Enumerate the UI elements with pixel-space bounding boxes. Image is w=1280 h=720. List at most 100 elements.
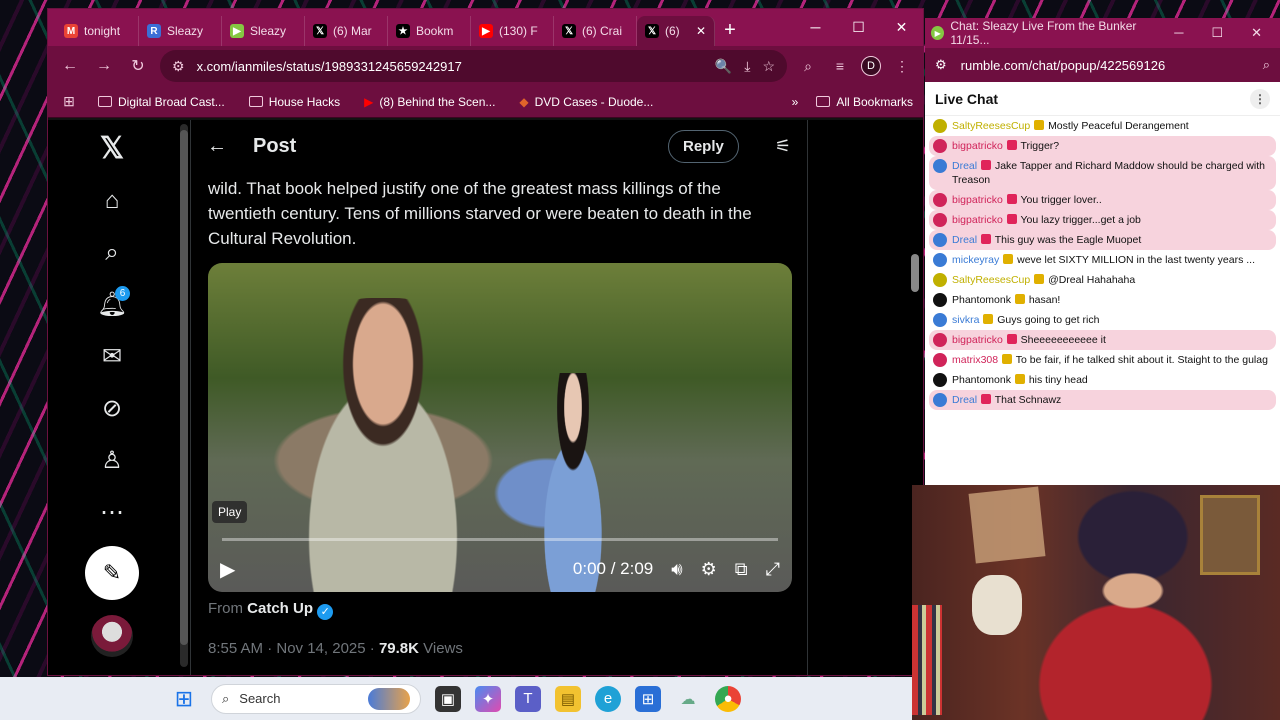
- maximize-icon[interactable]: ☐: [837, 9, 880, 45]
- chat-username[interactable]: bigpatricko: [952, 334, 1003, 346]
- site-info-icon[interactable]: ⚙: [172, 58, 185, 75]
- volume-icon[interactable]: 🔊︎: [671, 559, 682, 580]
- post-timestamp[interactable]: 8:55 AM · Nov 14, 2025 ·: [208, 640, 379, 657]
- teams-icon[interactable]: T: [515, 685, 541, 712]
- chat-avatar[interactable]: [933, 333, 947, 347]
- more-bookmarks-icon[interactable]: »: [792, 95, 799, 109]
- profile-icon[interactable]: ♙: [92, 442, 132, 479]
- chat-avatar[interactable]: [933, 293, 947, 307]
- chat-username[interactable]: Phantomonk: [952, 374, 1011, 386]
- nav-scrollbar[interactable]: [180, 124, 188, 667]
- chat-username[interactable]: bigpatricko: [952, 140, 1003, 152]
- chat-avatar[interactable]: [933, 193, 947, 207]
- x-logo-icon[interactable]: 𝕏: [92, 130, 132, 167]
- browser-tab[interactable]: ★ Bookm: [388, 16, 471, 46]
- chat-username[interactable]: SaltyReesesCup: [952, 120, 1030, 132]
- fullscreen-icon[interactable]: ⤢: [766, 559, 780, 580]
- task-view-icon[interactable]: ▣: [435, 685, 461, 712]
- notifications-icon[interactable]: 🔔︎ 6: [92, 286, 132, 323]
- bookmark-item[interactable]: ▶ (8) Behind the Scen...: [364, 95, 495, 109]
- chat-avatar[interactable]: [933, 373, 947, 387]
- browser-tab[interactable]: R Sleazy: [139, 16, 222, 46]
- chat-username[interactable]: Dreal: [952, 234, 977, 246]
- bookmark-item[interactable]: ◆ DVD Cases - Duode...: [519, 95, 653, 109]
- all-bookmarks-folder[interactable]: All Bookmarks: [816, 95, 913, 109]
- back-arrow-icon[interactable]: ←: [207, 135, 227, 158]
- chat-avatar[interactable]: [933, 139, 947, 153]
- chat-username[interactable]: sivkra: [952, 314, 979, 326]
- browser-tab[interactable]: ▶ (130) F: [471, 16, 554, 46]
- install-icon[interactable]: ⤓: [744, 58, 750, 75]
- messages-icon[interactable]: ✉: [92, 338, 132, 375]
- home-icon[interactable]: ⌂: [92, 182, 132, 219]
- chat-avatar[interactable]: [933, 273, 947, 287]
- chat-message-list[interactable]: SaltyReesesCup Mostly Peaceful Derangeme…: [925, 116, 1280, 410]
- chat-username[interactable]: SaltyReesesCup: [952, 274, 1030, 286]
- profile-avatar[interactable]: D: [861, 56, 881, 76]
- chat-avatar[interactable]: [933, 253, 947, 267]
- chat-options-icon[interactable]: ⋮: [1250, 88, 1270, 109]
- chat-url[interactable]: rumble.com/chat/popup/422569126: [961, 58, 1166, 73]
- file-explorer-icon[interactable]: ▤: [555, 685, 581, 712]
- account-avatar[interactable]: [91, 615, 133, 657]
- edge-icon[interactable]: e: [595, 685, 621, 712]
- new-tab-button[interactable]: +: [715, 16, 745, 46]
- video-progress-bar[interactable]: [222, 538, 778, 541]
- from-account-link[interactable]: Catch Up: [247, 600, 313, 617]
- menu-icon[interactable]: ⋮: [891, 58, 913, 75]
- chat-avatar[interactable]: [933, 313, 947, 327]
- more-icon[interactable]: ⋯: [92, 494, 132, 531]
- zoom-icon[interactable]: 🔍: [715, 58, 732, 75]
- play-icon[interactable]: ▶: [220, 557, 235, 582]
- video-player[interactable]: Play ▶ 0:00 / 2:09 🔊︎ ⚙ ⧉ ⤢: [208, 263, 792, 592]
- adjust-icon[interactable]: ⚟: [775, 136, 791, 157]
- chat-avatar[interactable]: [933, 159, 947, 173]
- bookmark-item[interactable]: House Hacks: [248, 95, 340, 109]
- weather-icon[interactable]: ☁: [675, 686, 701, 712]
- copilot-icon[interactable]: ✦: [475, 685, 501, 712]
- chat-username[interactable]: Phantomonk: [952, 294, 1011, 306]
- chat-username[interactable]: Dreal: [952, 160, 977, 172]
- chat-avatar[interactable]: [933, 353, 947, 367]
- close-icon[interactable]: ✕: [880, 9, 923, 45]
- windows-start-icon[interactable]: ⊞: [171, 686, 197, 712]
- browser-tab[interactable]: 𝕏 (6) Mar: [305, 16, 388, 46]
- media-icon[interactable]: ≡: [829, 58, 851, 74]
- lens-icon[interactable]: ⌕: [797, 58, 819, 75]
- zoom-icon[interactable]: ⌕: [1263, 57, 1270, 73]
- reload-icon[interactable]: ↻: [126, 56, 150, 76]
- reply-button[interactable]: Reply: [668, 129, 739, 163]
- minimize-icon[interactable]: ─: [1174, 25, 1183, 41]
- chat-avatar[interactable]: [933, 393, 947, 407]
- chat-avatar[interactable]: [933, 213, 947, 227]
- site-info-icon[interactable]: ⚙: [935, 57, 947, 73]
- maximize-icon[interactable]: ☐: [1211, 25, 1223, 41]
- search-icon[interactable]: ⌕: [92, 234, 132, 271]
- minimize-icon[interactable]: ─: [794, 9, 837, 45]
- chat-username[interactable]: matrix308: [952, 354, 998, 366]
- chat-avatar[interactable]: [933, 119, 947, 133]
- back-icon[interactable]: ←: [58, 57, 82, 75]
- store-icon[interactable]: ⊞: [635, 685, 661, 712]
- chat-username[interactable]: bigpatricko: [952, 214, 1003, 226]
- compose-post-button[interactable]: ✎: [85, 546, 139, 600]
- chrome-icon[interactable]: ●: [715, 685, 741, 712]
- chat-avatar[interactable]: [933, 233, 947, 247]
- browser-tab[interactable]: ▶ Sleazy: [222, 16, 305, 46]
- omnibox[interactable]: ⚙ x.com/ianmiles/status/1989331245659242…: [160, 50, 787, 82]
- grok-icon[interactable]: ⊘: [92, 390, 132, 427]
- chat-username[interactable]: mickeyray: [952, 254, 999, 266]
- chat-username[interactable]: Dreal: [952, 394, 977, 406]
- page-scroll-thumb[interactable]: [911, 254, 919, 292]
- browser-tab[interactable]: Mtonight: [56, 16, 139, 46]
- nav-scroll-thumb[interactable]: [180, 130, 188, 645]
- taskbar-search[interactable]: ⌕ Search: [211, 683, 421, 714]
- tab-close-icon[interactable]: ✕: [696, 24, 706, 38]
- picture-in-picture-icon[interactable]: ⧉: [735, 559, 748, 580]
- bookmark-star-icon[interactable]: ☆: [762, 58, 775, 75]
- browser-tab[interactable]: 𝕏 (6) Crai: [554, 16, 637, 46]
- apps-grid-icon[interactable]: ⊞: [58, 93, 80, 110]
- bookmark-item[interactable]: Digital Broad Cast...: [98, 95, 225, 109]
- close-icon[interactable]: ✕: [1251, 25, 1262, 41]
- settings-gear-icon[interactable]: ⚙: [701, 559, 717, 580]
